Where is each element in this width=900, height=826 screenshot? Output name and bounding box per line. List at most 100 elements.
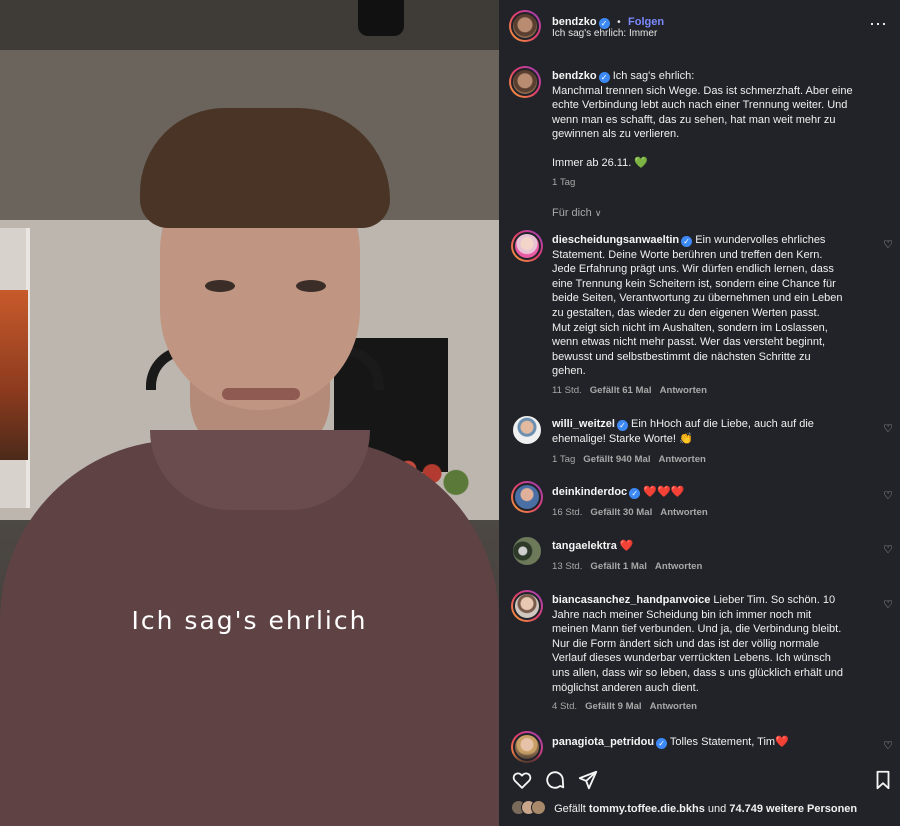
header-username[interactable]: bendzko [552, 16, 597, 28]
bookmark-icon[interactable] [872, 769, 894, 791]
comment-line: Nur die Form ändert sich und das ist der… [552, 637, 820, 650]
commenter-username[interactable]: diescheidungsanwaeltin [552, 234, 679, 246]
commenter-avatar[interactable] [511, 481, 543, 513]
commenter-username[interactable]: panagiota_petridou [552, 736, 654, 748]
comment-likes[interactable]: Gefällt 30 Mal [590, 507, 652, 518]
comment-time[interactable]: 4 Std. [552, 701, 577, 712]
comment-line: uns allen, dass wir so leben, dass s uns… [552, 666, 844, 679]
liked-and: und [707, 803, 727, 815]
commenter-avatar[interactable] [511, 535, 543, 567]
comment-line: gehen. [552, 365, 586, 378]
heart-icon[interactable]: ♡ [883, 543, 893, 556]
comment-bubble-icon[interactable] [544, 769, 566, 791]
caption-line: gewinnen als zu verlieren. [552, 128, 680, 141]
liked-user[interactable]: tommy.toffee.die.bkhs [589, 803, 705, 815]
post-panel: bendzko ✓ • Folgen Ich sag's ehrlich: Imm… [499, 0, 900, 826]
caption-line: Ich sag's ehrlich: [612, 70, 695, 82]
comment-sort-dropdown[interactable]: Für dich ∨ [552, 207, 601, 219]
comment-meta: 4 Std. Gefällt 9 Mal Antworten [552, 701, 872, 712]
scroll-fade [499, 752, 900, 766]
comment-line: Lieber Tim. So schön. 10 [713, 594, 836, 606]
reply-button[interactable]: Antworten [650, 701, 697, 712]
right-eye [296, 280, 326, 292]
follow-button[interactable]: Folgen [628, 16, 664, 28]
comment-meta: 13 Std. Gefällt 1 Mal Antworten [552, 561, 872, 572]
video-caption: Ich sag's ehrlich [131, 606, 368, 635]
like-heart-icon[interactable] [511, 769, 533, 791]
commenter-username[interactable]: biancasanchez_handpanvoice [552, 594, 710, 606]
reel-video[interactable]: Ich sag's ehrlich [0, 0, 499, 826]
ceiling-lamp [358, 0, 404, 36]
heart-icon[interactable]: ♡ [883, 422, 893, 435]
comment-line: wenn etwas nicht mehr passt. Wer das ver… [552, 336, 826, 349]
heart-icon[interactable]: ♡ [883, 238, 893, 251]
comment-time[interactable]: 13 Std. [552, 561, 582, 572]
post-caption: bendzko ✓ Ich sag's ehrlich: Manchmal tre… [552, 69, 887, 142]
comment-likes[interactable]: Gefällt 940 Mal [583, 454, 650, 465]
ceiling [0, 0, 499, 50]
commenter-username[interactable]: deinkinderdoc [552, 486, 627, 498]
comment-line: bewusst und selbstbestimmt die nächsten … [552, 350, 811, 363]
reply-button[interactable]: Antworten [660, 507, 707, 518]
comment-line: zu gestalten, das wieder zu den eigenen … [552, 306, 820, 319]
comment-likes[interactable]: Gefällt 9 Mal [585, 701, 642, 712]
comment-line: beide Seiten, Verantwortung zu übernehme… [552, 292, 843, 305]
liker-avatar [531, 800, 546, 815]
comment-time[interactable]: 16 Std. [552, 507, 582, 518]
post-time[interactable]: 1 Tag [552, 177, 575, 188]
comment-line: Tolles Statement, Tim❤️ [669, 736, 789, 748]
liked-by-summary[interactable]: Gefällt tommy.toffee.die.bkhs und 74.749… [511, 800, 900, 815]
audio-subtitle[interactable]: Ich sag's ehrlich: Immer [552, 28, 657, 39]
comment-time[interactable]: 11 Std. [552, 385, 582, 396]
heart-icon[interactable]: ♡ [883, 739, 893, 752]
comment-line: ❤️❤️❤️ [643, 486, 685, 498]
verified-badge-icon: ✓ [656, 738, 668, 749]
comment-likes[interactable]: Gefällt 1 Mal [590, 561, 647, 572]
comment-line: Jede Erfahrung prägt uns. Wir dürfen end… [552, 263, 834, 276]
commenter-username[interactable]: tangaelektra [552, 540, 617, 552]
author-avatar[interactable] [509, 10, 541, 42]
verified-badge-icon: ✓ [598, 72, 610, 83]
comment-line: Statement. Deine Worte berühren und tref… [552, 248, 823, 261]
verified-badge-icon: ✓ [616, 420, 628, 431]
verified-badge-icon: ✓ [681, 236, 693, 247]
window-foliage [0, 290, 28, 460]
separator-dot: • [617, 17, 621, 28]
release-line: Immer ab 26.11. 💚 [552, 157, 649, 169]
comment-line: ❤️ [619, 540, 634, 552]
comment-time[interactable]: 1 Tag [552, 454, 575, 465]
action-bar [499, 765, 900, 795]
share-paper-plane-icon[interactable] [577, 769, 599, 791]
comment-likes[interactable]: Gefällt 61 Mal [590, 385, 652, 396]
commenter-username[interactable]: willi_weitzel [552, 418, 615, 430]
reply-button[interactable]: Antworten [658, 454, 705, 465]
sort-label: Für dich [552, 207, 592, 219]
post-author-avatar[interactable] [509, 66, 541, 98]
comment-line: eine Trennung kein Scheitern ist, sonder… [552, 277, 836, 290]
comment-meta: 11 Std. Gefällt 61 Mal Antworten [552, 385, 872, 396]
comment-meta: 16 Std. Gefällt 30 Mal Antworten [552, 507, 872, 518]
liked-count[interactable]: 74.749 weitere Personen [729, 803, 857, 815]
commenter-avatar[interactable] [511, 414, 543, 446]
left-eye [205, 280, 235, 292]
post-username[interactable]: bendzko [552, 70, 597, 82]
comment-line: Verlauf dieses wunderbar verrückten Lebe… [552, 652, 831, 665]
caption-line: wenn man es schafft, das zu sehen, hat m… [552, 113, 836, 126]
more-options-icon[interactable]: ⋯ [869, 14, 888, 35]
reply-button[interactable]: Antworten [660, 385, 707, 396]
commenter-avatar[interactable] [511, 590, 543, 622]
comment-line: meinen Mann tief verbunden. Und ja, die … [552, 623, 842, 636]
comment-text: panagiota_petridou ✓ Tolles Statement, Ti… [552, 735, 872, 750]
commenter-avatar[interactable] [511, 230, 543, 262]
liked-prefix: Gefällt [554, 803, 586, 815]
heart-icon[interactable]: ♡ [883, 489, 893, 502]
caption-line: echte Verbindung lebt auch nach einer Tr… [552, 99, 848, 112]
comment-text: willi_weitzel ✓ Ein hHoch auf die Liebe, … [552, 417, 872, 446]
verified-badge-icon: ✓ [629, 488, 641, 499]
person-hair [140, 108, 390, 228]
comment-line: Jahre nach meiner Scheidung bin ich imme… [552, 608, 812, 621]
reply-button[interactable]: Antworten [655, 561, 702, 572]
comment-meta: 1 Tag Gefällt 940 Mal Antworten [552, 454, 872, 465]
mouth [222, 388, 300, 400]
heart-icon[interactable]: ♡ [883, 598, 893, 611]
